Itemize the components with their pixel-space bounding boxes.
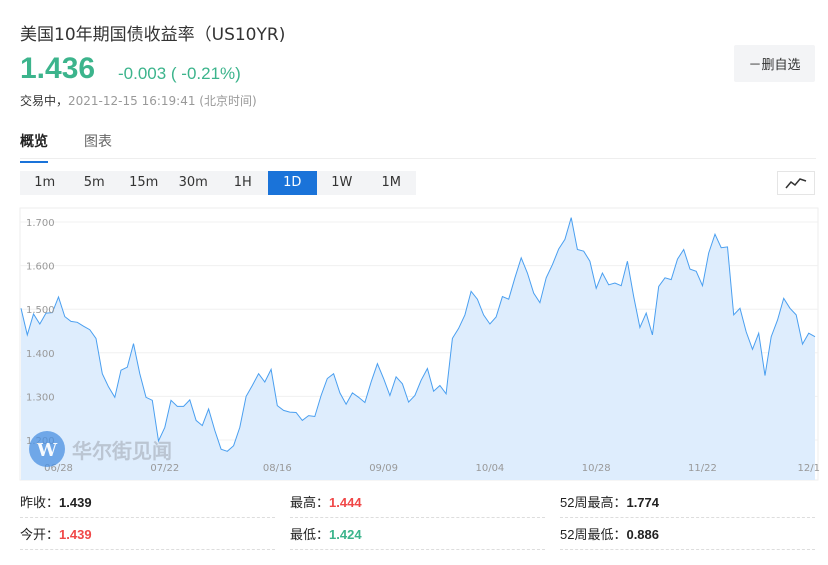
stat-item: 今开：1.439	[20, 524, 275, 550]
x-tick-label: 08/16	[263, 463, 292, 474]
stat-item: 52周最低：0.886	[560, 524, 815, 550]
stat-label: 52周最高：	[560, 495, 627, 510]
y-tick-label: 1.400	[26, 349, 55, 360]
y-tick-label: 1.700	[26, 218, 55, 229]
stat-value: 1.444	[329, 495, 362, 510]
stat-value: 0.886	[626, 527, 660, 542]
x-tick-label: 10/28	[582, 463, 611, 474]
y-tick-label: 1.300	[26, 392, 55, 403]
x-tick-label: 11/22	[688, 463, 717, 474]
stat-value: 1.774	[626, 495, 660, 510]
stat-item: 最高：1.444	[290, 492, 545, 518]
y-tick-label: 1.600	[26, 262, 55, 273]
stat-value: 1.439	[59, 527, 92, 542]
y-tick-label: 1.500	[26, 305, 55, 316]
price-chart: 1.7001.6001.5001.4001.3001.200 06/2807/2…	[19, 207, 820, 481]
stat-label: 最低：	[290, 527, 330, 542]
stat-item: 52周最高：1.774	[560, 492, 815, 518]
x-tick-label: 09/09	[369, 463, 398, 474]
stat-value: 1.439	[59, 495, 92, 510]
stat-value: 1.424	[329, 527, 362, 542]
stat-label: 最高：	[290, 495, 330, 510]
watermark-text: 华尔街见闻	[72, 439, 172, 463]
x-tick-label: 12/1	[798, 463, 820, 474]
stat-item: 最低：1.424	[290, 524, 545, 550]
x-tick-label: 07/22	[150, 463, 179, 474]
stat-label: 昨收：	[20, 495, 60, 510]
stat-label: 52周最低：	[560, 527, 627, 542]
x-tick-label: 10/04	[475, 463, 504, 474]
svg-text:W: W	[36, 440, 58, 461]
stat-label: 今开：	[20, 527, 60, 542]
stat-item: 昨收：1.439	[20, 492, 275, 518]
